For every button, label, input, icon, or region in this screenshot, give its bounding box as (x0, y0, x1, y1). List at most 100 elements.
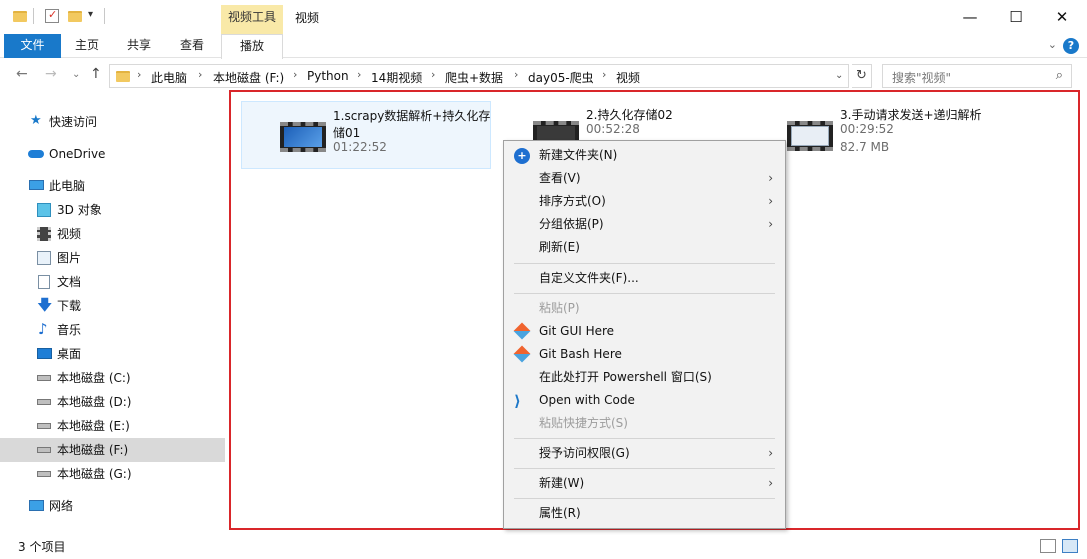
file-name: 1.scrapy数据解析+持久化存储01 (333, 109, 491, 140)
sidebar-item-network[interactable]: 网络 (0, 494, 225, 518)
tab-play[interactable]: 播放 (221, 34, 283, 59)
sidebar-item-label: 音乐 (57, 323, 82, 337)
large-icons-view-icon[interactable] (1062, 539, 1078, 553)
menu-item-open-powershell[interactable]: 在此处打开 Powershell 窗口(S) (506, 366, 783, 389)
menu-item-group-by[interactable]: 分组依据(P) › (506, 213, 783, 236)
navigation-pane: ★ 快速访问 OneDrive 此电脑 3D 对象 视频 图片 文档 🡇 下载 … (0, 95, 225, 535)
sidebar-item-documents[interactable]: 文档 (0, 270, 225, 294)
menu-item-grant-access[interactable]: 授予访问权限(G) › (506, 442, 783, 465)
sidebar-item-label: 视频 (57, 227, 82, 241)
help-icon[interactable]: ? (1063, 38, 1079, 54)
breadcrumb-separator[interactable]: › (137, 68, 141, 81)
maximize-button[interactable]: ☐ (993, 0, 1039, 34)
video-thumbnail (787, 121, 833, 151)
menu-item-refresh[interactable]: 刷新(E) (506, 236, 783, 259)
sidebar-item-label: 桌面 (57, 347, 82, 361)
tab-file[interactable]: 文件 (4, 34, 61, 58)
sidebar-item-pictures[interactable]: 图片 (0, 246, 225, 270)
sidebar-item-label: 此电脑 (49, 179, 86, 193)
properties-icon[interactable]: ✓ (45, 8, 59, 23)
refresh-button[interactable]: ↻ (852, 64, 872, 88)
menu-item-properties[interactable]: 属性(R) (506, 502, 783, 525)
menu-item-sort-by[interactable]: 排序方式(O) › (506, 190, 783, 213)
sidebar-item-onedrive[interactable]: OneDrive (0, 142, 225, 166)
menu-item-open-with-code[interactable]: ⟩ Open with Code (506, 389, 783, 412)
breadcrumb-this-pc[interactable]: 此电脑 (151, 69, 187, 86)
sidebar-item-videos[interactable]: 视频 (0, 222, 225, 246)
menu-item-paste: 粘贴(P) (506, 297, 783, 320)
submenu-arrow-icon: › (768, 217, 773, 231)
sidebar-item-drive-g[interactable]: 本地磁盘 (G:) (0, 462, 225, 486)
document-icon (38, 275, 50, 289)
menu-item-label: 新建文件夹(N) (539, 148, 618, 162)
breadcrumb-separator[interactable]: › (293, 68, 297, 81)
sidebar-item-drive-d[interactable]: 本地磁盘 (D:) (0, 390, 225, 414)
breadcrumb-day05[interactable]: day05-爬虫 (528, 69, 594, 86)
breadcrumb-separator[interactable]: › (514, 68, 518, 81)
menu-item-label: 查看(V) (539, 171, 581, 185)
minimize-button[interactable]: — (947, 0, 993, 34)
breadcrumb-separator[interactable]: › (602, 68, 606, 81)
git-icon (513, 345, 531, 363)
search-input[interactable]: 搜索"视频" ⌕ (882, 64, 1072, 88)
menu-item-git-gui[interactable]: Git GUI Here (506, 320, 783, 343)
search-icon[interactable]: ⌕ (1056, 68, 1063, 83)
tab-share[interactable]: 共享 (126, 34, 152, 58)
address-dropdown-icon[interactable]: ⌄ (835, 70, 843, 81)
customize-quick-access-icon[interactable]: ▾ (88, 9, 93, 20)
sidebar-item-drive-f[interactable]: 本地磁盘 (F:) (0, 438, 225, 462)
sidebar-item-3d-objects[interactable]: 3D 对象 (0, 198, 225, 222)
menu-item-new[interactable]: 新建(W) › (506, 472, 783, 495)
menu-separator (514, 498, 775, 499)
up-button[interactable]: ↑ (90, 66, 102, 82)
star-icon: ★ (30, 113, 42, 128)
file-duration: 00:29:52 (840, 122, 894, 136)
sidebar-item-this-pc[interactable]: 此电脑 (0, 174, 225, 198)
desktop-icon (37, 348, 52, 359)
address-row: ← → ⌄ ↑ › 此电脑 › 本地磁盘 (F:) › Python › 14期… (0, 62, 1087, 90)
menu-item-new-folder[interactable]: + 新建文件夹(N) (506, 144, 783, 167)
menu-separator (514, 438, 775, 439)
file-size: 82.7 MB (840, 140, 890, 154)
new-folder-icon[interactable] (68, 11, 82, 22)
breadcrumb-separator[interactable]: › (357, 68, 361, 81)
tab-view[interactable]: 查看 (179, 34, 205, 58)
menu-separator (514, 293, 775, 294)
drive-icon (37, 471, 51, 477)
sidebar-item-label: OneDrive (49, 147, 106, 161)
recent-locations-button[interactable]: ⌄ (72, 69, 80, 80)
breadcrumb-drive-f[interactable]: 本地磁盘 (F:) (213, 69, 284, 86)
menu-item-label: 粘贴快捷方式(S) (539, 416, 628, 430)
sidebar-item-downloads[interactable]: 🡇 下载 (0, 294, 225, 318)
file-item[interactable]: 1.scrapy数据解析+持久化存储01 01:22:52 (241, 101, 491, 169)
file-item[interactable]: 3.手动请求发送+递归解析 00:29:52 82.7 MB (749, 101, 1009, 169)
breadcrumb-separator[interactable]: › (198, 68, 202, 81)
vscode-icon: ⟩ (514, 392, 521, 410)
tab-home[interactable]: 主页 (74, 34, 100, 58)
close-button[interactable]: ✕ (1039, 0, 1085, 34)
menu-item-view[interactable]: 查看(V) › (506, 167, 783, 190)
sidebar-item-label: 本地磁盘 (D:) (57, 395, 132, 409)
menu-item-customize-folder[interactable]: 自定义文件夹(F)... (506, 267, 783, 290)
breadcrumb-separator[interactable]: › (431, 68, 435, 81)
breadcrumb-crawler-data[interactable]: 爬虫+数据 (445, 69, 503, 86)
back-button[interactable]: ← (16, 66, 28, 82)
breadcrumb-14-videos[interactable]: 14期视频 (371, 69, 422, 86)
address-bar[interactable]: › 此电脑 › 本地磁盘 (F:) › Python › 14期视频 › 爬虫+… (109, 64, 849, 88)
sidebar-item-label: 本地磁盘 (E:) (57, 419, 130, 433)
menu-item-label: 排序方式(O) (539, 194, 606, 208)
sidebar-item-drive-e[interactable]: 本地磁盘 (E:) (0, 414, 225, 438)
menu-item-git-bash[interactable]: Git Bash Here (506, 343, 783, 366)
sidebar-item-desktop[interactable]: 桌面 (0, 342, 225, 366)
breadcrumb-python[interactable]: Python (307, 69, 349, 83)
sidebar-item-drive-c[interactable]: 本地磁盘 (C:) (0, 366, 225, 390)
collapse-ribbon-icon[interactable]: ⌄ (1048, 38, 1057, 51)
sidebar-item-music[interactable]: ♪ 音乐 (0, 318, 225, 342)
breadcrumb-videos[interactable]: 视频 (616, 69, 640, 86)
sidebar-item-label: 快速访问 (49, 115, 98, 129)
details-view-icon[interactable] (1040, 539, 1056, 553)
sidebar-item-quick-access[interactable]: ★ 快速访问 (0, 110, 225, 134)
video-thumbnail (280, 122, 326, 152)
forward-button[interactable]: → (45, 66, 57, 82)
menu-item-paste-shortcut: 粘贴快捷方式(S) (506, 412, 783, 435)
